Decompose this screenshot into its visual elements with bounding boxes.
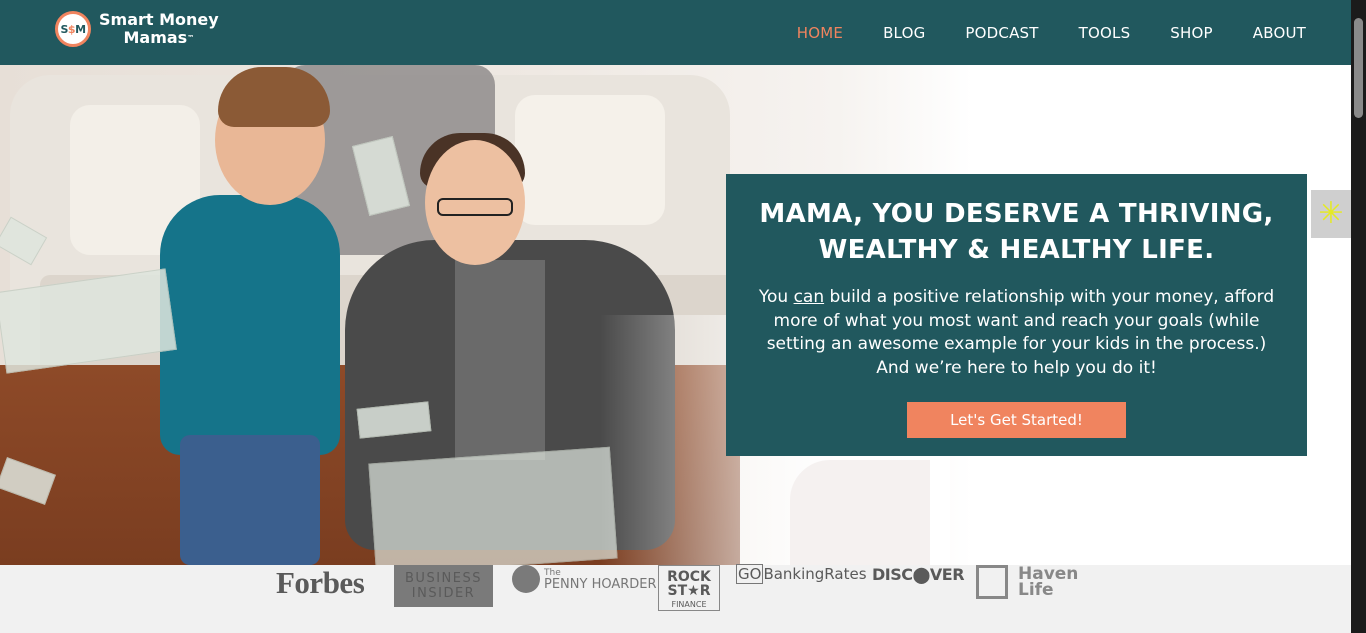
page-scrollbar[interactable] xyxy=(1351,0,1366,633)
hero-headline-line2: WEALTHY & HEALTHY LIFE. xyxy=(818,235,1215,265)
hero-photo-boy-hair xyxy=(218,67,330,127)
forbes-logo: Forbes xyxy=(276,565,365,600)
rockstar-line2: ST★R xyxy=(667,583,711,599)
haven-life-mark-icon xyxy=(976,565,1008,599)
hero-photo-boy xyxy=(160,195,340,455)
sun-icon: ✳ xyxy=(1318,197,1344,230)
hero-photo-boy-jeans xyxy=(180,435,320,565)
business-insider-line1: BUSINESS xyxy=(405,571,482,586)
hero-photo-child-hand xyxy=(790,460,930,565)
scrollbar-thumb[interactable] xyxy=(1354,18,1363,118)
haven-line2: Life xyxy=(1018,580,1054,600)
hero-body-pre: You xyxy=(758,287,794,307)
hero-body-post: build a positive relationship with your … xyxy=(766,287,1275,378)
nav-blog[interactable]: BLOG xyxy=(883,24,925,42)
gobankingrates-name: BankingRates xyxy=(763,565,867,583)
rockstar-line3: FINANCE xyxy=(671,600,707,609)
nav-shop[interactable]: SHOP xyxy=(1170,24,1212,42)
penny-name: PENNY HOARDER xyxy=(544,577,657,592)
logo-name-line1: Smart Money xyxy=(99,10,219,29)
hero-photo-mom-shirt xyxy=(455,260,545,460)
logo-badge-m: M xyxy=(75,22,86,36)
haven-life-logo: Haven Life xyxy=(976,565,1078,599)
hero-body: You can build a positive relationship wi… xyxy=(756,286,1277,380)
gobankingrates-go: GO xyxy=(736,564,764,584)
press-logos-strip: Forbes BUSINESS INSIDER The PENNY HOARDE… xyxy=(0,564,1351,633)
penny-coin-icon xyxy=(512,565,540,593)
main-nav: HOME BLOG PODCAST TOOLS SHOP ABOUT xyxy=(757,0,1306,65)
discover-logo: DISC⬤VER xyxy=(872,565,965,584)
penny-hoarder-logo: The PENNY HOARDER xyxy=(512,565,657,593)
hero-photo-glasses xyxy=(437,198,513,216)
nav-podcast[interactable]: PODCAST xyxy=(965,24,1038,42)
logo-badge-icon: S $ M xyxy=(55,11,91,47)
rockstar-finance-logo: ROCK ST★R FINANCE xyxy=(658,565,720,611)
get-started-button[interactable]: Let's Get Started! xyxy=(907,402,1126,438)
nav-tools[interactable]: TOOLS xyxy=(1079,24,1131,42)
nav-about[interactable]: ABOUT xyxy=(1253,24,1306,42)
hero-photo-bill xyxy=(368,446,618,565)
logo-badge-dollar: $ xyxy=(67,22,76,36)
rockstar-line1: ROCK xyxy=(667,569,711,585)
business-insider-logo: BUSINESS INSIDER xyxy=(394,565,493,607)
hero-body-underlined: can xyxy=(793,287,825,307)
logo-trademark: ™ xyxy=(187,34,195,42)
logo-wordmark: Smart Money Mamas™ xyxy=(99,11,219,47)
hero-headline: MAMA, YOU DESERVE A THRIVING, WEALTHY & … xyxy=(756,196,1277,268)
hero-headline-line1: MAMA, YOU DESERVE A THRIVING, xyxy=(759,199,1274,229)
nav-home[interactable]: HOME xyxy=(797,24,843,42)
site-logo[interactable]: S $ M Smart Money Mamas™ xyxy=(55,11,219,47)
logo-name-line2: Mamas xyxy=(123,28,188,47)
side-widget-button[interactable]: ✳ xyxy=(1311,190,1351,238)
business-insider-line2: INSIDER xyxy=(411,586,476,601)
hero-photo-pillow xyxy=(515,95,665,225)
hero-callout: MAMA, YOU DESERVE A THRIVING, WEALTHY & … xyxy=(726,174,1307,456)
logo-badge-s: S xyxy=(60,22,68,36)
gobankingrates-logo: GO BankingRates xyxy=(736,564,867,584)
site-header: S $ M Smart Money Mamas™ HOME BLOG PODCAST… xyxy=(0,0,1351,65)
